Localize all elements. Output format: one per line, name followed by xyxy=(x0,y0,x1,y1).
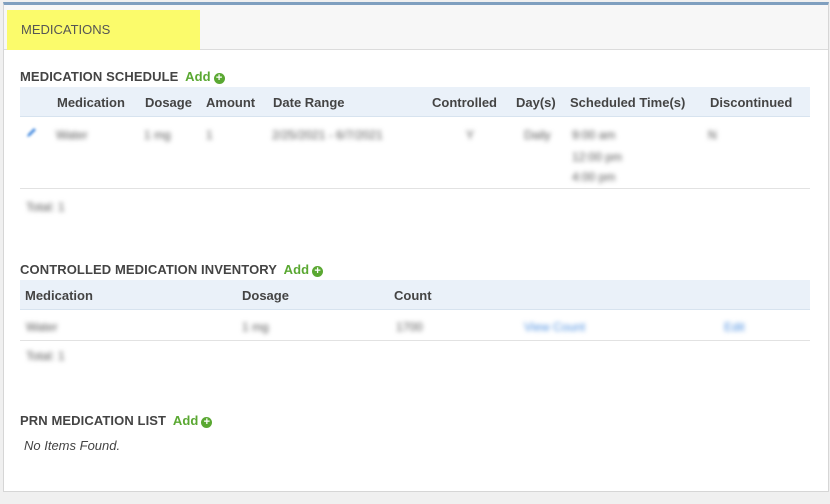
plus-circle-icon: + xyxy=(213,73,225,84)
cell-controlled: Y xyxy=(466,128,475,142)
prn-label: PRN MEDICATION LIST xyxy=(20,413,167,428)
inventory-title: CONTROLLED MEDICATION INVENTORY Add + xyxy=(20,262,324,277)
cell-time-2: 12:00 pm xyxy=(572,150,623,164)
tab-medications[interactable]: MEDICATIONS xyxy=(7,10,200,50)
plus-circle-icon: + xyxy=(201,417,213,428)
view-count-link[interactable]: View Count xyxy=(524,320,585,334)
schedule-total: Total: 1 xyxy=(26,200,65,214)
edit-icon[interactable] xyxy=(26,127,37,138)
add-inventory-link[interactable]: Add + xyxy=(284,262,324,277)
inv-cell-medication: Water xyxy=(26,320,58,334)
col-controlled[interactable]: Controlled xyxy=(432,95,497,110)
inventory-total: Total: 1 xyxy=(26,349,65,363)
medication-schedule-title: MEDICATION SCHEDULE Add + xyxy=(20,69,225,84)
col-medication[interactable]: Medication xyxy=(57,95,125,110)
inv-cell-count: 1700 xyxy=(396,320,423,334)
col-dosage[interactable]: Dosage xyxy=(145,95,192,110)
cell-time-1: 9:00 am xyxy=(572,128,616,142)
cell-dosage: 1 mg xyxy=(144,128,171,142)
edit-inventory-link[interactable]: Edit xyxy=(724,320,745,334)
add-prn-label: Add xyxy=(172,413,199,428)
col-scheduled-times[interactable]: Scheduled Time(s) xyxy=(570,95,685,110)
schedule-row-divider xyxy=(20,188,810,189)
prn-empty-message: No Items Found. xyxy=(24,438,121,453)
plus-circle-icon: + xyxy=(312,266,324,277)
col-days[interactable]: Day(s) xyxy=(516,95,556,110)
inventory-table-header: Medication Dosage Count xyxy=(20,280,810,310)
add-schedule-label: Add xyxy=(185,69,211,84)
inv-cell-dosage: 1 mg xyxy=(242,320,269,334)
prn-title: PRN MEDICATION LIST Add + xyxy=(20,413,213,428)
medication-schedule-label: MEDICATION SCHEDULE xyxy=(20,69,179,84)
cell-medication: Water xyxy=(56,128,88,142)
col-amount[interactable]: Amount xyxy=(206,95,255,110)
add-schedule-link[interactable]: Add + xyxy=(185,69,225,84)
cell-amount: 1 xyxy=(206,128,213,142)
inventory-row-divider xyxy=(20,340,810,341)
cell-days: Daily xyxy=(524,128,551,142)
col-discontinued[interactable]: Discontinued xyxy=(710,95,792,110)
tab-bar: MEDICATIONS xyxy=(4,5,828,50)
add-prn-link[interactable]: Add + xyxy=(173,413,213,428)
add-inventory-label: Add xyxy=(283,262,310,277)
cell-time-3: 4:00 pm xyxy=(572,170,616,184)
col-inv-count[interactable]: Count xyxy=(394,288,432,303)
col-inv-medication[interactable]: Medication xyxy=(25,288,93,303)
cell-date-range: 2/25/2021 - 6/7/2021 xyxy=(272,128,383,142)
schedule-table-header: Medication Dosage Amount Date Range Cont… xyxy=(20,87,810,117)
col-inv-dosage[interactable]: Dosage xyxy=(242,288,289,303)
col-date-range[interactable]: Date Range xyxy=(273,95,345,110)
cell-discontinued: N xyxy=(708,128,717,142)
inventory-label: CONTROLLED MEDICATION INVENTORY xyxy=(20,262,277,277)
